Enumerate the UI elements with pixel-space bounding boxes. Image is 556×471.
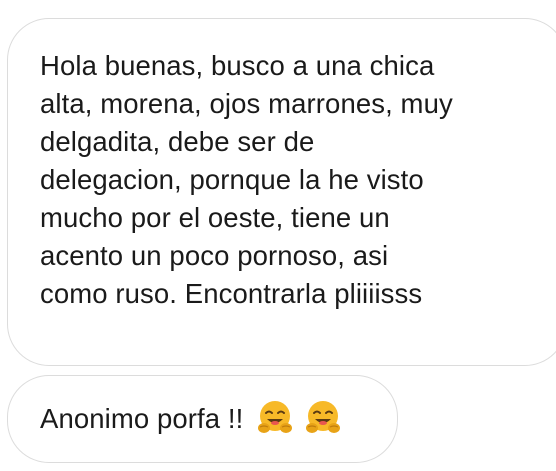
message-text: Anonimo porfa !! <box>40 403 244 434</box>
emoji-group <box>255 398 343 438</box>
message-text-line: como ruso. Encontrarla pliiiisss <box>40 278 423 309</box>
message-bubble[interactable]: Anonimo porfa !! <box>7 375 398 463</box>
hugging-face-icon <box>258 401 293 433</box>
message-text-line: delgadita, debe ser de <box>40 126 315 157</box>
message-text-line: acento un poco pornoso, asi <box>40 240 389 271</box>
message-thread: Hola buenas, busco a una chica alta, mor… <box>0 0 556 471</box>
message-text-line: alta, morena, ojos marrones, muy <box>40 88 453 119</box>
message-text-line: delegacion, pornque la he visto <box>40 164 424 195</box>
message-bubble[interactable]: Hola buenas, busco a una chica alta, mor… <box>7 18 556 366</box>
message-text-line: mucho por el oeste, tiene un <box>40 202 390 233</box>
message-text-line: Hola buenas, busco a una chica <box>40 50 435 81</box>
hugging-face-icon <box>306 401 341 433</box>
